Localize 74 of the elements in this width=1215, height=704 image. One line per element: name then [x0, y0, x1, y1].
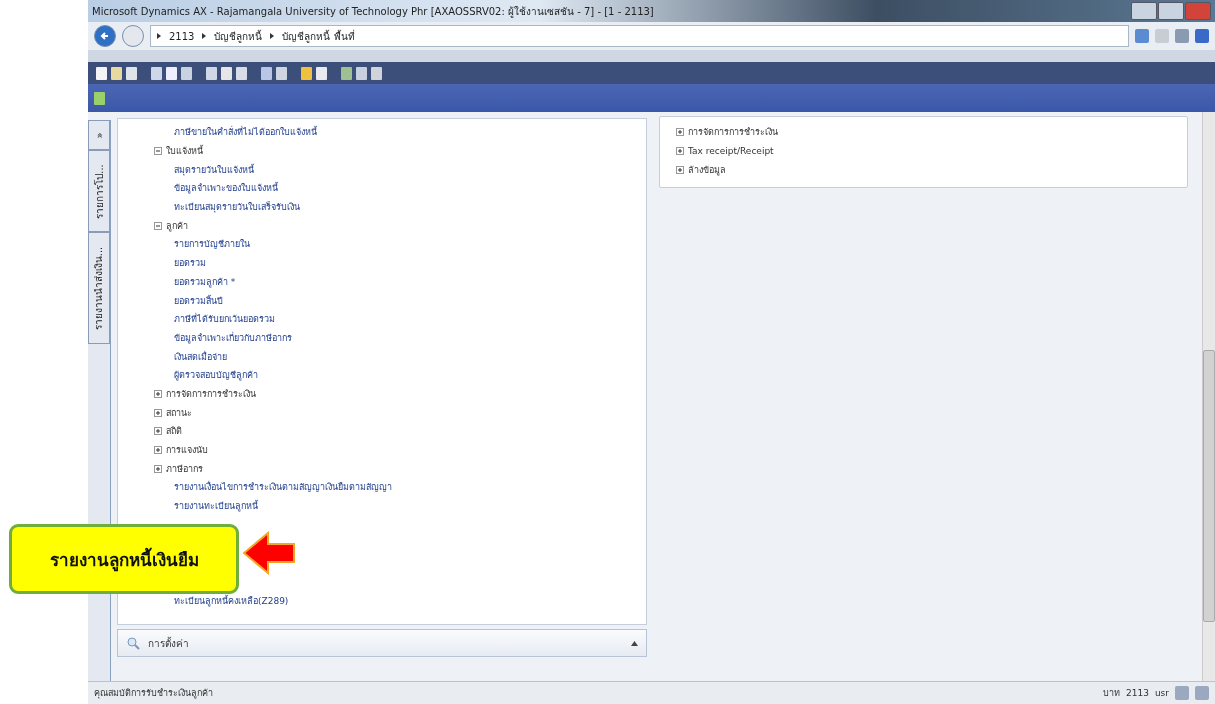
toolbar-icon[interactable]: [236, 66, 247, 80]
report-link[interactable]: ภาษีขายในคำสั่งที่ไม่ได้ออกใบแจ้งหนี้: [174, 125, 317, 140]
report-link[interactable]: ทะเบียนสมุดรายวันใบเสร็จรับเงิน: [174, 200, 300, 215]
side-tab[interactable]: รายงานนำส่งเงิน...: [88, 232, 110, 344]
toolbar-icon[interactable]: [221, 66, 232, 80]
back-button[interactable]: [94, 25, 116, 47]
toolbar-icon[interactable]: [261, 66, 272, 80]
report-link[interactable]: เงินสดเมื่อจ่าย: [174, 349, 227, 364]
status-text: คุณสมบัติการรับชำระเงินลูกค้า: [94, 687, 213, 700]
tree-node[interactable]: การจัดการการชำระเงิน: [166, 386, 256, 401]
address-field[interactable]: 2113 บัญชีลูกหนี้ บัญชีลูกหนี้ พื้นที่: [150, 25, 1129, 47]
expand-icon[interactable]: [676, 165, 684, 174]
toolbar-icon[interactable]: [371, 66, 382, 80]
toolbar-icon[interactable]: [151, 66, 162, 80]
forward-button[interactable]: [122, 25, 144, 47]
report-link[interactable]: ภาษีที่ได้รับยกเว้นยอดรวม: [174, 312, 275, 327]
status-field: 2113: [1126, 688, 1149, 698]
report-link[interactable]: สมุดรายวันใบแจ้งหนี้: [174, 162, 254, 177]
expand-icon[interactable]: [154, 389, 162, 398]
report-link[interactable]: รายการบัญชีภายใน: [174, 237, 250, 252]
report-link[interactable]: ผู้ตรวจสอบบัญชีลูกค้า: [174, 368, 258, 383]
breadcrumb[interactable]: บัญชีลูกหนี้ พื้นที่: [282, 28, 355, 44]
toolbar-icon[interactable]: [356, 66, 367, 80]
minimize-button[interactable]: [1131, 2, 1157, 20]
toolbar-icon[interactable]: [301, 66, 312, 80]
expand-icon[interactable]: [154, 464, 162, 473]
toolbar-icon[interactable]: [111, 66, 122, 80]
collapse-icon[interactable]: [154, 221, 162, 230]
toolbar-icon[interactable]: [126, 66, 137, 80]
toolbar-icon[interactable]: [341, 66, 352, 80]
tree-node[interactable]: ล้างข้อมูล: [688, 162, 726, 177]
tree-node[interactable]: สถานะ: [166, 405, 192, 420]
breadcrumb[interactable]: บัญชีลูกหนี้: [214, 28, 263, 44]
tree-node[interactable]: การจัดการการชำระเงิน: [688, 125, 778, 140]
expand-icon[interactable]: [154, 408, 162, 417]
report-link[interactable]: ข้อมูลจำเพาะเกี่ยวกับภาษีอากร: [174, 330, 292, 345]
side-tab[interactable]: รายการโป...: [88, 150, 110, 232]
side-tab[interactable]: »: [88, 120, 110, 150]
arrow-icon: [100, 31, 110, 41]
arrow-icon: [242, 531, 296, 575]
setup-panel-header[interactable]: การตั้งค่า: [117, 629, 647, 657]
expand-icon[interactable]: [676, 147, 684, 156]
report-link[interactable]: รายงานเงื่อนไขการชำระเงินตามสัญญาเงินยืมตามสัญญา: [174, 480, 392, 495]
toolbar-icon[interactable]: [316, 66, 327, 80]
caret-icon: [631, 640, 638, 646]
status-field: บาท: [1103, 686, 1120, 700]
status-field: usr: [1154, 688, 1169, 698]
toolbar-icon[interactable]: [206, 66, 217, 80]
maximize-button[interactable]: [1158, 2, 1184, 20]
report-link[interactable]: ข้อมูลจำเพาะของใบแจ้งหนี้: [174, 181, 278, 196]
callout: รายงานลูกหนี้เงินยืม: [9, 524, 239, 594]
expand-icon[interactable]: [154, 446, 162, 455]
collapse-icon[interactable]: [154, 147, 162, 156]
report-link[interactable]: ยอดรวมลูกค้า *: [174, 274, 236, 289]
toolbar-icon[interactable]: [181, 66, 192, 80]
tree-node[interactable]: การแจงนับ: [166, 443, 208, 458]
report-link[interactable]: ทะเบียนลูกหนี้คงเหลือ(Z289): [174, 593, 289, 608]
tree-node[interactable]: ลูกค้า: [166, 218, 188, 233]
scrollbar[interactable]: [1202, 112, 1215, 681]
toolbar-icon[interactable]: [276, 66, 287, 80]
report-link[interactable]: ยอดรวม: [174, 256, 206, 271]
toolbar-icon[interactable]: [166, 66, 177, 80]
report-link[interactable]: รายงานทะเบียนลูกหนี้: [174, 499, 258, 514]
toolbar-icon[interactable]: [96, 66, 107, 80]
tree-node[interactable]: Tax receipt/Receipt: [688, 146, 774, 157]
tree-node[interactable]: ใบแจ้งหนี้: [166, 144, 203, 159]
breadcrumb[interactable]: 2113: [169, 30, 195, 42]
magnifier-icon: [126, 636, 140, 650]
expand-icon[interactable]: [676, 128, 684, 137]
tree-node[interactable]: ภาษีอากร: [166, 461, 203, 476]
expand-icon[interactable]: [154, 427, 162, 436]
report-link[interactable]: ยอดรวมสิ้นปี: [174, 293, 223, 308]
window-title: Microsoft Dynamics AX - Rajamangala University of Technology Phr [AXAOSSRV02: ผู้ใช้งานเซสชัน - 7] - [1 - 2113]: [92, 4, 654, 19]
tree-node[interactable]: สถิติ: [166, 424, 182, 439]
